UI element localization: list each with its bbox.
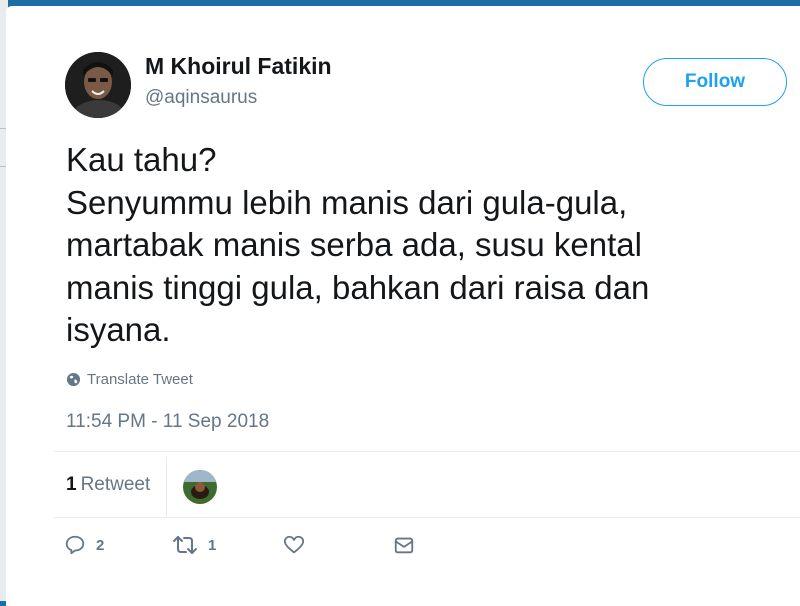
stats-vertical-divider xyxy=(166,457,167,517)
follow-button[interactable]: Follow xyxy=(643,58,787,106)
user-avatar[interactable] xyxy=(65,52,131,118)
tweet-text-line: isyana. xyxy=(66,311,171,348)
reply-icon xyxy=(64,534,86,556)
tweet-card: M Khoirul Fatikin @aqinsaurus Follow Kau… xyxy=(6,6,800,606)
retweet-icon xyxy=(172,534,198,556)
reply-button[interactable]: 2 xyxy=(64,534,104,556)
globe-icon xyxy=(66,372,81,387)
retweeter-avatar[interactable] xyxy=(183,470,217,504)
tweet-text-line: martabak manis serba ada, susu kental xyxy=(66,226,642,263)
retweet-stats-count: 1 xyxy=(66,474,77,495)
user-display-name[interactable]: M Khoirul Fatikin xyxy=(145,53,332,80)
user-handle[interactable]: @aqinsaurus xyxy=(145,87,257,109)
translate-tweet-link[interactable]: Translate Tweet xyxy=(66,371,193,388)
reply-count: 2 xyxy=(96,536,105,554)
tweet-text: Kau tahu? Senyummu lebih manis dari gula… xyxy=(66,139,766,352)
tweet-text-line: Kau tahu? xyxy=(66,141,217,178)
envelope-icon xyxy=(393,534,415,556)
like-button[interactable] xyxy=(283,534,305,556)
translate-label: Translate Tweet xyxy=(87,371,193,388)
retweet-button[interactable]: 1 xyxy=(172,534,216,556)
stats-bottom-divider xyxy=(54,517,800,518)
retweet-stats-label: Retweet xyxy=(80,474,151,495)
stats-top-divider xyxy=(54,451,800,452)
tweet-text-line: Senyummu lebih manis dari gula-gula, xyxy=(66,183,628,221)
heart-icon xyxy=(283,534,305,556)
tweet-timestamp[interactable]: 11:54 PM - 11 Sep 2018 xyxy=(66,411,269,433)
retweet-action-count: 1 xyxy=(208,536,217,554)
tweet-text-line: manis tinggi gula, bahkan dari raisa dan xyxy=(66,268,650,306)
direct-message-button[interactable] xyxy=(393,534,415,556)
retweet-stats[interactable]: 1 Retweet xyxy=(66,474,150,496)
